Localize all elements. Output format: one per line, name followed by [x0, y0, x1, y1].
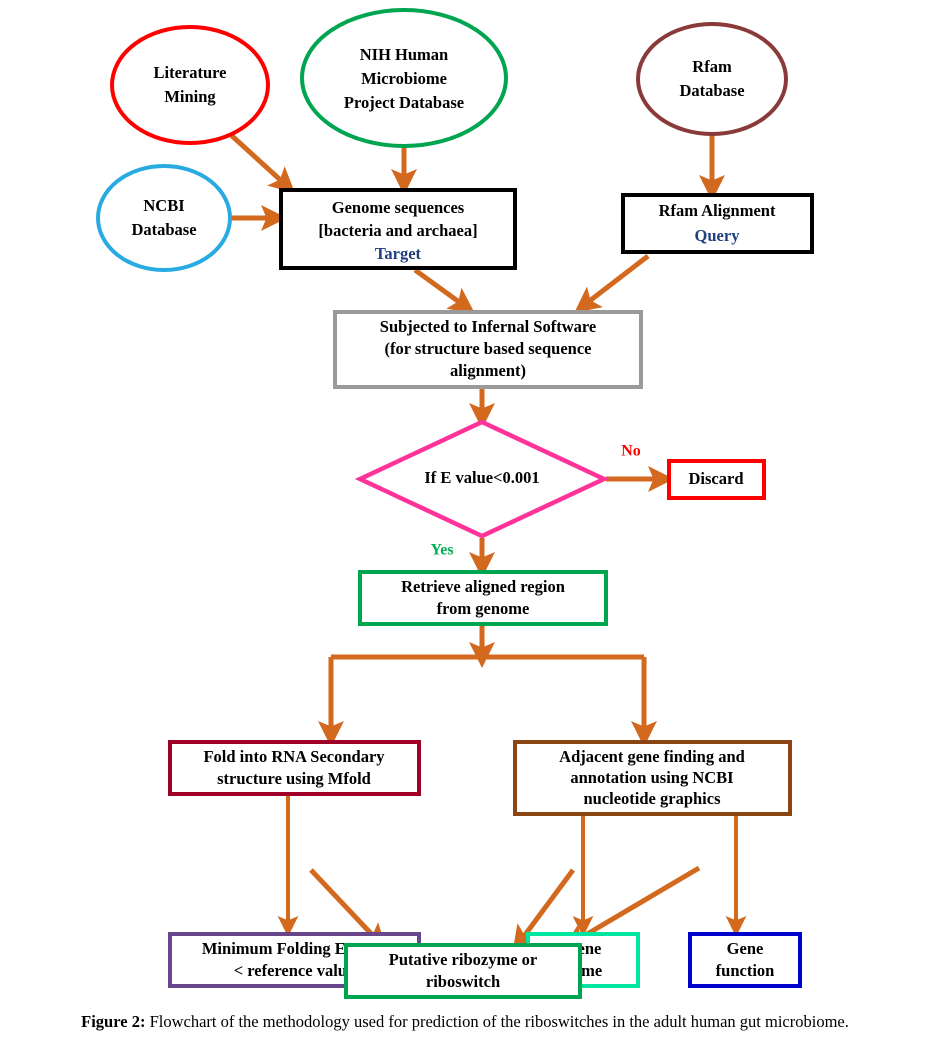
edge-genome-to-infernal: [413, 267, 475, 314]
node-discard[interactable]: Discard: [667, 459, 766, 500]
node-nih-human-microbiome-project-database[interactable]: NIH Human Microbiome Project Database: [300, 8, 508, 148]
genome-sequences-line-1: Genome sequences: [332, 198, 465, 217]
rfam-alignment-sublabel-query: Query: [695, 226, 741, 245]
nih-hmp-line-2: Microbiome: [361, 69, 447, 88]
node-putative-ribozyme-or-riboswitch[interactable]: Putative ribozyme or riboswitch: [344, 943, 582, 999]
edge-gene-function-to-putative: [562, 865, 701, 949]
infernal-line-1: Subjected to Infernal Software: [380, 317, 596, 336]
literature-mining-ellipse: [110, 25, 270, 145]
node-adjacent-gene-finding[interactable]: Adjacent gene finding and annotation usi…: [513, 740, 792, 816]
node-if-e-value-decision[interactable]: If E value<0.001: [354, 419, 610, 539]
ncbi-database-ellipse: [96, 164, 232, 272]
fold-rna-line-1: Fold into RNA Secondary: [203, 747, 385, 766]
discard-label: Discard: [689, 469, 744, 488]
flowchart-canvas: Literature Mining NIH Human Microbiome P…: [96, 8, 814, 999]
node-ncbi-database[interactable]: NCBI Database: [96, 164, 232, 272]
adjacent-gene-line-3: nucleotide graphics: [583, 789, 721, 808]
edge-mfe-to-putative: [309, 868, 387, 950]
ncbi-database-line-1: NCBI: [143, 196, 184, 215]
adjacent-gene-line-2: annotation using NCBI: [570, 768, 733, 787]
figure-caption: Figure 2: Flowchart of the methodology u…: [0, 1012, 930, 1033]
genome-sequences-line-2: [bacteria and archaea]: [318, 221, 477, 240]
rfam-database-ellipse: [636, 22, 788, 136]
putative-line-1: Putative ribozyme or: [389, 950, 537, 969]
figure-page: Literature Mining NIH Human Microbiome P…: [0, 0, 930, 1043]
literature-mining-line-2: Mining: [164, 87, 216, 106]
rfam-database-line-1: Rfam: [692, 57, 732, 76]
edge-label-no: No: [621, 443, 641, 460]
node-rfam-database[interactable]: Rfam Database: [636, 22, 788, 136]
nih-hmp-line-3: Project Database: [344, 93, 464, 112]
edge-literature-mining-to-genome: [229, 133, 296, 194]
node-fold-into-rna-secondary-structure[interactable]: Fold into RNA Secondary structure using …: [168, 740, 421, 796]
genome-sequences-sublabel-target: Target: [375, 244, 422, 263]
node-genome-sequences[interactable]: Genome sequences [bacteria and archaea] …: [279, 188, 517, 270]
node-rfam-alignment[interactable]: Rfam Alignment Query: [621, 193, 814, 254]
node-literature-mining[interactable]: Literature Mining: [110, 25, 270, 145]
nih-hmp-line-1: NIH Human: [360, 45, 448, 64]
rfam-alignment-line-1: Rfam Alignment: [659, 201, 776, 220]
edge-rfam-alignment-to-infernal: [574, 254, 650, 313]
putative-line-2: riboswitch: [426, 972, 500, 991]
edge-label-yes: Yes: [430, 542, 453, 559]
adjacent-gene-line-1: Adjacent gene finding and: [559, 747, 745, 766]
ncbi-database-line-2: Database: [131, 220, 196, 239]
mfe-line-2: < reference value: [234, 961, 355, 980]
fold-rna-line-2: structure using Mfold: [217, 769, 371, 788]
rfam-database-line-2: Database: [679, 81, 744, 100]
gene-function-line-1: Gene: [727, 939, 764, 958]
decision-label: If E value<0.001: [424, 468, 539, 487]
literature-mining-line-1: Literature: [153, 63, 226, 82]
retrieve-line-1: Retrieve aligned region: [401, 577, 565, 596]
infernal-line-2: (for structure based sequence: [385, 339, 592, 358]
node-retrieve-aligned-region[interactable]: Retrieve aligned region from genome: [358, 570, 608, 626]
retrieve-line-2: from genome: [437, 599, 530, 618]
figure-caption-label: Figure 2:: [81, 1012, 146, 1031]
node-subjected-to-infernal-software[interactable]: Subjected to Infernal Software (for stru…: [333, 310, 643, 389]
gene-function-line-2: function: [716, 961, 775, 980]
infernal-line-3: alignment): [450, 361, 526, 380]
figure-caption-text: Flowchart of the methodology used for pr…: [145, 1012, 849, 1031]
node-gene-function[interactable]: Gene function: [688, 932, 802, 988]
